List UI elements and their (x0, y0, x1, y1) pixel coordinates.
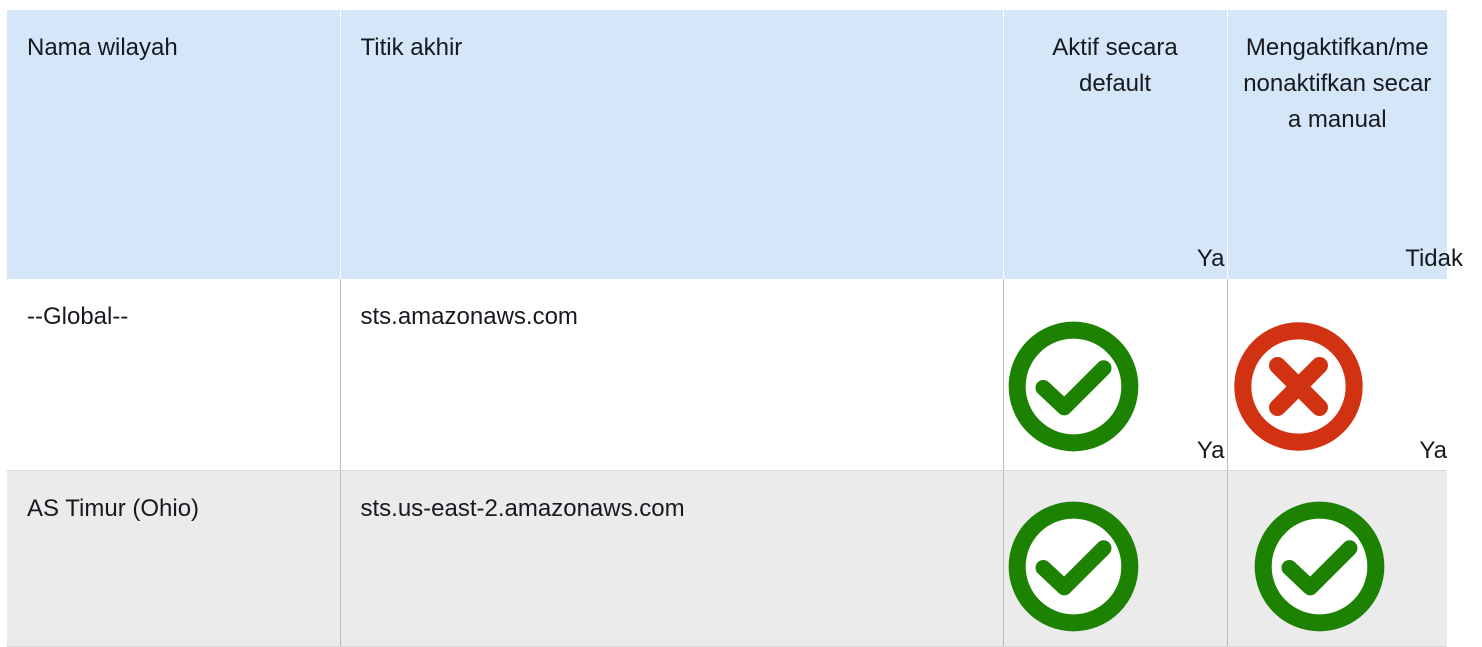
header-default-active: Aktif secara default (1002, 10, 1227, 279)
default-active-cell: Ya (1002, 245, 1227, 471)
region-name-cell: --Global-- (7, 279, 340, 471)
default-active-cell: Ya (1002, 437, 1227, 647)
header-row: Nama wilayah Titik akhir Aktif secara de… (7, 10, 1447, 279)
header-manual-toggle: Mengaktifkan/menonaktifkan secara manual (1226, 10, 1447, 279)
check-circle-icon (1008, 321, 1138, 452)
header-endpoint: Titik akhir (339, 10, 1003, 279)
status-label: Tidak (1405, 245, 1463, 272)
table-row: --Global-- sts.amazonaws.com Ya Tidak (7, 245, 1463, 471)
table-header: Nama wilayah Titik akhir Aktif secara de… (7, 10, 1447, 279)
check-circle-icon (1254, 501, 1384, 631)
status-label: Ya (1196, 436, 1225, 464)
endpoint-cell: sts.us-east-2.amazonaws.com (339, 470, 1003, 647)
status-label: Ya (1419, 436, 1447, 464)
table-row: AS Timur (Ohio) sts.us-east-2.amazonaws.… (7, 437, 1447, 647)
manual-toggle-cell: Ya (1226, 437, 1447, 647)
regions-table: Nama wilayah Titik akhir Aktif secara de… (7, 10, 1463, 647)
manual-toggle-cell: Tidak (1226, 245, 1463, 471)
table-body: --Global-- sts.amazonaws.com Ya Tidak AS… (7, 245, 1463, 647)
endpoint-cell: sts.amazonaws.com (339, 279, 1003, 471)
cross-circle-icon (1233, 322, 1363, 451)
check-circle-icon (1008, 501, 1138, 631)
regions-table-container: Nama wilayah Titik akhir Aktif secara de… (7, 10, 1463, 647)
header-region-name: Nama wilayah (27, 34, 178, 61)
status-label: Ya (1196, 245, 1225, 272)
region-name-cell: AS Timur (Ohio) (7, 470, 340, 647)
